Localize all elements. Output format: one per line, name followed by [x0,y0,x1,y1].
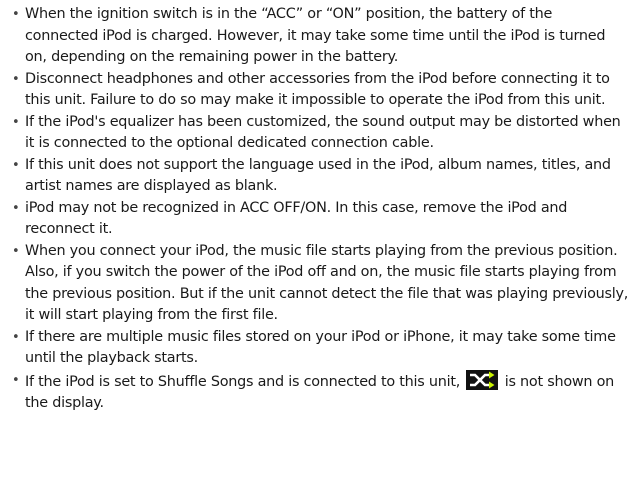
note-item: • If the iPod's equalizer has been custom… [12,112,629,155]
bullet: • [12,200,20,216]
note-item: • If this unit does not support the langu… [12,155,629,198]
note-item: • When the ignition switch is in the “ACC… [12,4,629,69]
note-text: If this unit does not support the langua… [25,156,611,195]
bullet: • [12,71,20,87]
note-text: If there are multiple music files stored… [25,328,616,367]
bullet: • [12,329,20,345]
note-text: Disconnect headphones and other accessor… [25,70,610,109]
note-item: • iPod may not be recognized in ACC OFF/O… [12,198,629,241]
bullet: • [12,7,20,22]
note-item: • Disconnect headphones and other accesso… [12,69,629,112]
note-item: • If there are multiple music files store… [12,327,629,370]
bullet: • [12,372,20,388]
document-page: • When the ignition switch is in the “ACC… [0,0,637,489]
note-item: • When you connect your iPod, the music f… [12,241,629,327]
note-text: If the iPod's equalizer has been customi… [25,113,621,152]
note-text: When you connect your iPod, the music fi… [25,242,629,324]
bullet: • [12,114,20,130]
note-text-before-icon: If the iPod is set to Shuffle Songs and … [25,373,461,390]
notes-list: • When the ignition switch is in the “ACC… [12,4,629,415]
shuffle-icon [466,369,499,390]
note-text: When the ignition switch is in the “ACC”… [25,6,606,65]
note-item-shuffle: • If the iPod is set to Shuffle Songs and… [12,369,629,415]
note-text: iPod may not be recognized in ACC OFF/ON… [25,199,568,238]
bullet: • [12,243,20,259]
bullet: • [12,157,20,173]
